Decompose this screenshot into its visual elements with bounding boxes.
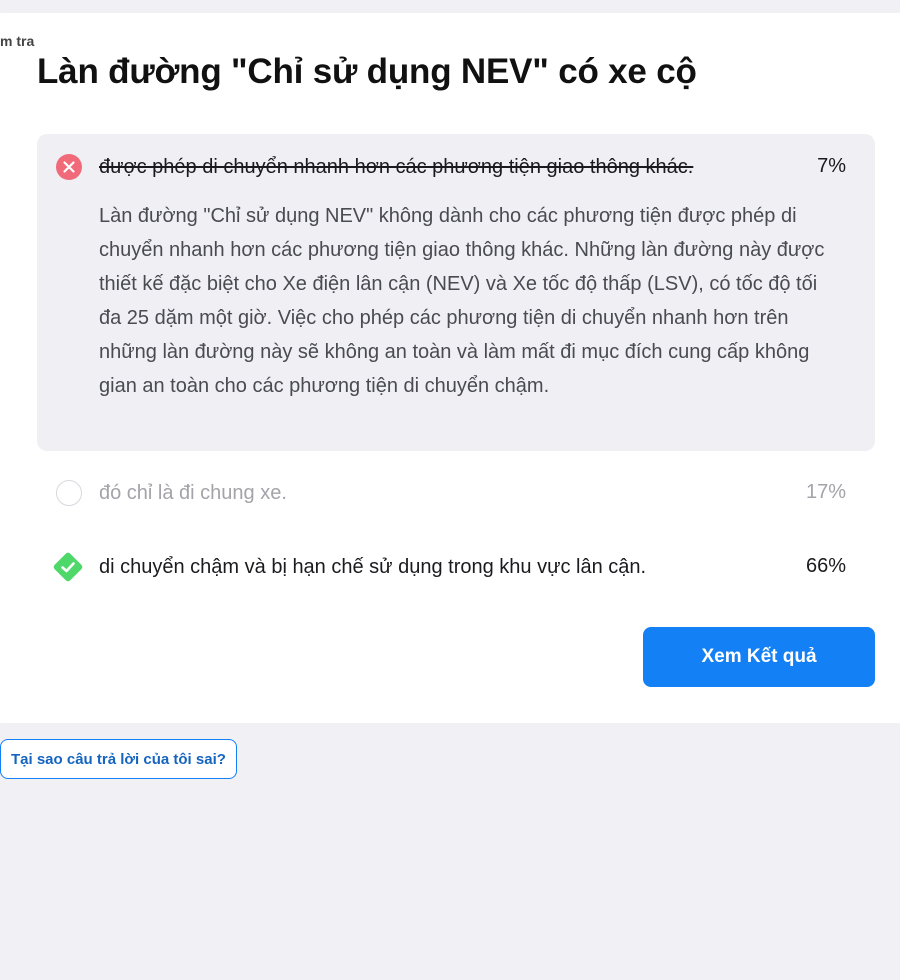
answer-explanation: Làn đường "Chỉ sử dụng NEV" không dành c… (99, 205, 825, 397)
check-icon (50, 549, 86, 585)
view-results-button[interactable]: Xem Kết quả (643, 627, 875, 687)
breadcrumb: m tra (0, 33, 35, 49)
question-title: Làn đường "Chỉ sử dụng NEV" có xe cộ (37, 52, 697, 91)
answer-percentage: 66% (805, 555, 846, 577)
answer-option-label[interactable]: di chuyển chậm và bị hạn chế sử dụng tro… (99, 556, 646, 579)
close-icon (56, 154, 82, 180)
answer-percentage: 17% (805, 481, 846, 503)
answer-option-label: được phép di chuyển nhanh hơn các phương… (99, 156, 694, 178)
answer-percentage: 7% (817, 155, 846, 177)
answer-option-label[interactable]: đó chỉ là đi chung xe. (99, 482, 287, 505)
empty-circle-icon[interactable] (56, 480, 82, 506)
why-wrong-button[interactable]: Tại sao câu trả lời của tôi sai? (0, 739, 237, 779)
